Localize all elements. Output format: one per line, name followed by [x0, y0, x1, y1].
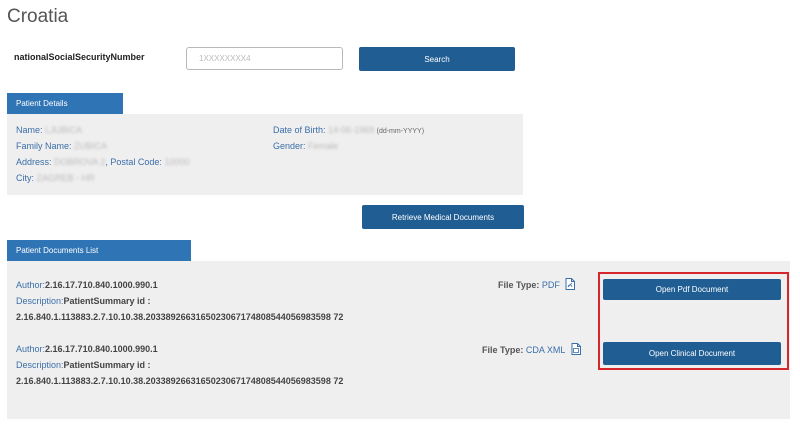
dob-row: Date of Birth: 14-06-1969 (dd-mm-YYYY) — [273, 125, 424, 135]
patient-documents-tab: Patient Documents List — [7, 240, 191, 261]
doc2-description-row: Description:PatientSummary id : — [16, 360, 151, 370]
ssn-field-label: nationalSocialSecurityNumber — [14, 52, 145, 62]
doc2-author-value: 2.16.17.710.840.1000.990.1 — [45, 344, 158, 354]
doc1-description-label: Description: — [16, 296, 64, 306]
family-name-row: Family Name: ZUBICA — [16, 141, 107, 151]
family-name-value: ZUBICA — [74, 141, 108, 151]
address-value: DOBROVA 2 — [54, 157, 106, 167]
doc1-author-row: Author:2.16.17.710.840.1000.990.1 — [16, 280, 158, 290]
postal-code-value: 10000 — [164, 157, 190, 167]
doc1-description-row: Description:PatientSummary id : — [16, 296, 151, 306]
city-row: City: ZAGREB - HR — [16, 173, 95, 183]
doc2-file-type-row: File Type: CDA XML — [482, 343, 581, 357]
doc1-description-id: 2.16.840.1.113883.2.7.10.10.38.203389266… — [16, 312, 344, 322]
doc2-description-label: Description: — [16, 360, 64, 370]
doc2-author-row: Author:2.16.17.710.840.1000.990.1 — [16, 344, 158, 354]
patient-details-panel: Name: LJUBICA Family Name: ZUBICA Addres… — [7, 114, 523, 195]
city-value: ZAGREB - HR — [36, 173, 95, 183]
doc1-file-type-value: PDF — [541, 280, 560, 290]
xml-file-icon — [571, 343, 581, 357]
patient-details-tab: Patient Details — [7, 93, 123, 114]
search-button[interactable]: Search — [359, 47, 515, 71]
gender-row: Gender: Female — [273, 141, 338, 151]
doc1-author-label: Author: — [16, 280, 46, 290]
doc2-file-type-value: CDA XML — [525, 345, 566, 355]
address-row: Address: DOBROVA 2, Postal Code: 10000 — [16, 157, 189, 167]
doc2-file-type-label: File Type: — [482, 345, 524, 355]
name-label: Name: — [16, 125, 43, 135]
gender-label: Gender: — [273, 141, 306, 151]
doc2-description-value: PatientSummary id : — [63, 360, 151, 370]
postal-code-label: , Postal Code: — [105, 157, 162, 167]
doc1-description-value: PatientSummary id : — [63, 296, 151, 306]
name-value: LJUBICA — [45, 125, 83, 135]
doc1-file-type-label: File Type: — [498, 280, 540, 290]
ssn-input[interactable] — [186, 47, 343, 70]
open-pdf-document-button[interactable]: Open Pdf Document — [603, 279, 781, 300]
doc1-file-type-row: File Type: PDF — [498, 278, 576, 292]
retrieve-medical-documents-button[interactable]: Retrieve Medical Documents — [362, 205, 524, 229]
dob-format-hint: (dd-mm-YYYY) — [376, 128, 425, 135]
family-name-label: Family Name: — [16, 141, 72, 151]
doc2-author-label: Author: — [16, 344, 46, 354]
city-label: City: — [16, 173, 34, 183]
address-label: Address: — [16, 157, 52, 167]
gender-value: Female — [308, 141, 339, 151]
open-clinical-document-button[interactable]: Open Clinical Document — [603, 342, 781, 365]
page-title: Croatia — [7, 6, 69, 27]
dob-label: Date of Birth: — [273, 125, 326, 135]
doc2-description-id: 2.16.840.1.113883.2.7.10.10.38.203389266… — [16, 376, 344, 386]
pdf-file-icon — [565, 278, 576, 292]
name-row: Name: LJUBICA — [16, 125, 82, 135]
doc1-author-value: 2.16.17.710.840.1000.990.1 — [45, 280, 158, 290]
dob-value: 14-06-1969 — [328, 125, 375, 135]
